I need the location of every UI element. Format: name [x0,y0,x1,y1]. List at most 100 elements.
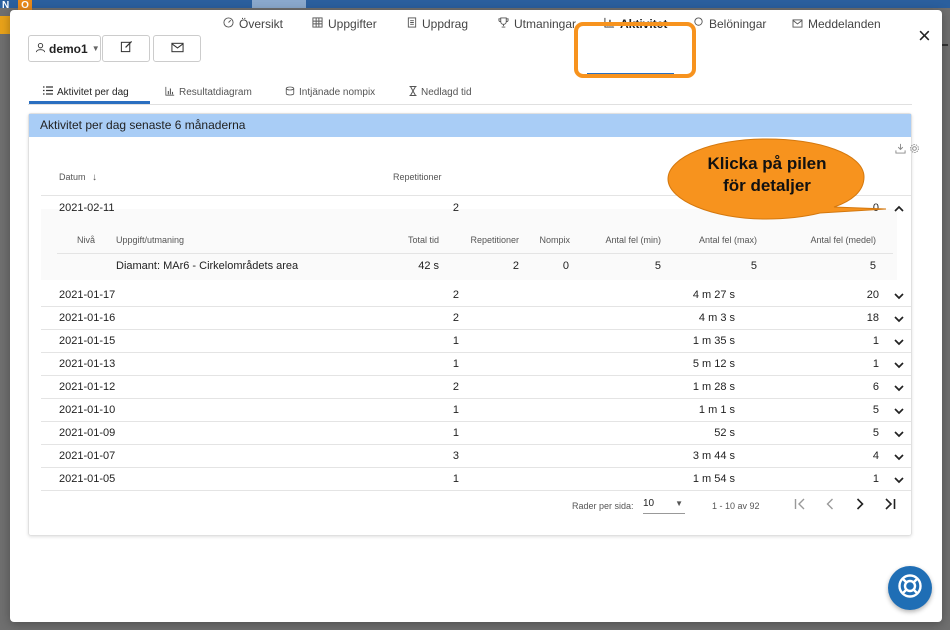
app-logo-letter-n: N [2,0,10,11]
user-icon [35,42,46,56]
detail-max: 5 [750,260,757,272]
row-time: 1 m 1 s [698,404,735,416]
row-errors: 1 [872,473,879,485]
row-divider [41,421,911,422]
row-date: 2021-01-13 [59,358,116,370]
row-time: 1 m 28 s [692,381,735,393]
edit-button[interactable] [102,35,150,62]
trophy-icon [498,17,514,31]
row-errors: 1 [872,358,879,370]
help-button[interactable] [888,566,932,610]
row-divider [41,444,911,445]
chevron-down-icon[interactable] [893,313,905,325]
message-button[interactable] [153,35,201,62]
detail-total-time: 42 s [418,260,439,272]
detail-min: 5 [654,260,661,272]
row-date: 2021-01-09 [59,427,116,439]
card-title: Aktivitet per dag senaste 6 månaderna [29,114,911,137]
col-repetitioner[interactable]: Repetitioner [393,172,442,182]
grid-icon [312,17,328,31]
previous-page-icon[interactable] [823,497,839,513]
last-page-icon[interactable] [883,497,899,513]
app-logo-letter-o: O [18,0,32,11]
detail-column-header: Repetitioner [470,235,519,245]
detail-reps: 2 [512,260,519,272]
row-repetitions: 1 [452,358,459,370]
chevron-down-icon[interactable] [893,290,905,302]
aktivitet-highlight-frame [574,22,696,78]
detail-header-divider [57,253,893,254]
row-repetitions: 2 [452,381,459,393]
detail-avg: 5 [869,260,876,272]
first-page-icon[interactable] [793,497,809,513]
chevron-down-icon[interactable] [893,451,905,463]
rows-per-page-label: Rader per sida: [572,501,634,511]
user-select[interactable]: demo1 ▼ [28,35,101,62]
detail-column-header: Antal fel (min) [605,235,661,245]
row-repetitions: 2 [452,289,459,301]
detail-column-header: Total tid [407,235,439,245]
row-divider [41,467,911,468]
row-errors: 6 [872,381,879,393]
chevron-down-icon[interactable] [893,382,905,394]
row-time: 4 m 27 s [692,289,735,301]
gauge-icon [223,17,239,31]
tab-label: Meddelanden [808,17,881,31]
tab-label: Översikt [239,17,284,31]
subtab-nedlagd-tid[interactable]: Nedlagd tid [409,79,472,105]
row-divider [41,352,911,353]
row-repetitions: 2 [452,202,459,214]
tab-label: Uppgifter [328,17,377,31]
row-date: 2021-01-05 [59,473,116,485]
list-icon [43,86,57,98]
row-errors: 4 [872,450,879,462]
row-divider [41,490,911,491]
rows-per-page-select[interactable]: 10 ▼ [643,498,685,514]
tab-label: Utmaningar [514,17,577,31]
settings-gear-icon[interactable] [909,141,920,159]
row-date: 2021-01-12 [59,381,116,393]
callout-line-1: Klicka på pilen [707,154,827,173]
chevron-down-icon[interactable] [893,359,905,371]
row-time: 4 m 3 s [698,312,735,324]
tab-beloningar[interactable]: Belöningar [693,10,766,38]
detail-column-header: Antal fel (max) [698,235,757,245]
row-errors: 18 [866,312,879,324]
detail-task: Diamant: MAr6 - Cirkelområdets area [116,260,299,272]
row-time: 52 s [714,427,735,439]
hourglass-icon [409,85,421,99]
detail-nompix: 0 [562,260,569,272]
document-icon [407,17,422,31]
row-divider [41,329,911,330]
coins-icon [285,86,299,99]
tab-meddelanden[interactable]: Meddelanden [792,10,881,38]
lifebuoy-icon [897,573,923,604]
row-time: 1 m 35 s [692,335,735,347]
col-datum[interactable]: Datum ↓ [59,172,97,183]
chevron-down-icon[interactable] [893,474,905,486]
subtab-label: Intjänade nompix [299,86,376,98]
tab-label: Uppdrag [422,17,469,31]
app-topbar-active-strip [252,0,306,8]
next-page-icon[interactable] [853,497,869,513]
chevron-down-icon[interactable] [893,405,905,417]
subtab-intjanade-nompix[interactable]: Intjänade nompix [285,79,375,105]
tab-utmaningar[interactable]: Utmaningar [498,10,576,38]
row-repetitions: 3 [452,450,459,462]
dropdown-caret-icon: ▼ [675,499,683,508]
subtab-label: Aktivitet per dag [57,86,129,98]
chevron-down-icon[interactable] [893,428,905,440]
envelope-icon [170,40,184,58]
close-button[interactable]: × [918,25,931,47]
callout-text: Klicka på pilen för detaljer [692,153,842,197]
subtab-divider [28,104,912,105]
row-date: 2021-01-07 [59,450,116,462]
tab-uppgifter[interactable]: Uppgifter [312,10,377,38]
col-datum-label: Datum [59,172,86,182]
subtab-resultatdiagram[interactable]: Resultatdiagram [165,79,252,105]
rows-per-page-value: 10 [643,498,655,509]
row-divider [41,375,911,376]
tab-oversikt[interactable]: Översikt [223,10,283,38]
chevron-down-icon[interactable] [893,336,905,348]
tab-uppdrag[interactable]: Uppdrag [407,10,468,38]
